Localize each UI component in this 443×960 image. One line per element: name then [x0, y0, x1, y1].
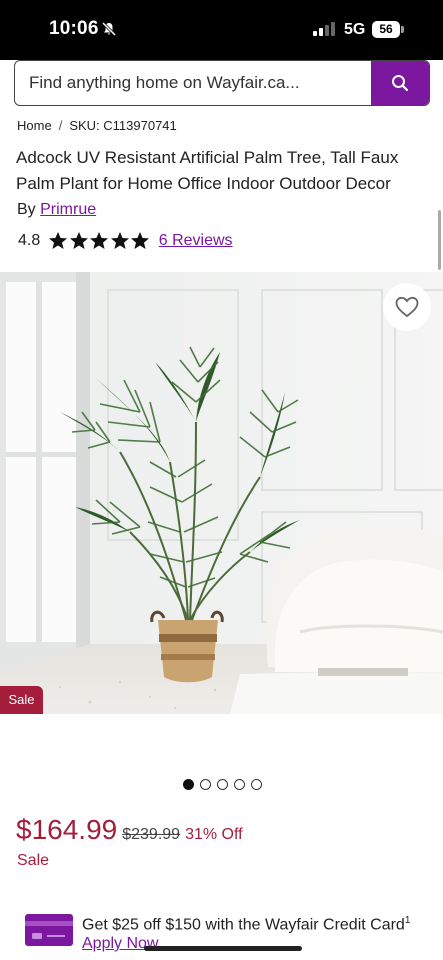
- rating-row: 4.8 6 Reviews: [18, 229, 233, 253]
- breadcrumb: Home / SKU: C113970741: [17, 118, 177, 133]
- scrollbar[interactable]: [438, 210, 441, 270]
- star-rating: [48, 231, 151, 251]
- heart-icon: [395, 296, 419, 318]
- search-button[interactable]: [371, 61, 429, 105]
- product-photo: [0, 272, 443, 714]
- star-icon: [90, 232, 109, 249]
- star-icon: [110, 232, 129, 249]
- original-price: $239.99: [122, 826, 181, 843]
- discount-label: 31% Off: [185, 826, 243, 843]
- breadcrumb-home[interactable]: Home: [17, 118, 52, 133]
- credit-card-promo: Get $25 off $150 with the Wayfair Credit…: [82, 910, 437, 936]
- breadcrumb-separator: /: [58, 118, 63, 133]
- breadcrumb-sku: SKU: C113970741: [69, 118, 177, 133]
- search-icon: [392, 75, 409, 92]
- carousel-dot[interactable]: [251, 779, 262, 790]
- current-price: $164.99: [16, 814, 118, 845]
- signal-icon: [313, 22, 335, 36]
- favorite-button[interactable]: [383, 283, 431, 331]
- network-label: 5G: [344, 21, 366, 38]
- battery-tip: [401, 26, 404, 33]
- sale-label: Sale: [17, 852, 50, 869]
- rating-value: 4.8: [18, 232, 41, 249]
- bell-muted-icon: [101, 21, 117, 37]
- promo-footnote: 1: [404, 915, 411, 926]
- image-carousel-dots: [183, 779, 268, 790]
- product-image[interactable]: [0, 272, 443, 714]
- status-time: 10:06: [49, 18, 99, 39]
- carousel-dot[interactable]: [200, 779, 211, 790]
- carousel-dot[interactable]: [183, 779, 194, 790]
- battery-icon: 56: [372, 21, 400, 38]
- credit-card-icon: [25, 914, 73, 946]
- search-input[interactable]: [29, 61, 369, 104]
- price-row: $164.99 $239.99 31% Off: [16, 814, 243, 846]
- carousel-dot[interactable]: [234, 779, 245, 790]
- reviews-link[interactable]: 6 Reviews: [159, 232, 233, 250]
- search-bar: [14, 60, 430, 106]
- status-bar: 10:06 5G 56: [0, 0, 443, 60]
- brand-line: By Primrue: [17, 201, 96, 219]
- by-label: By: [17, 201, 36, 218]
- sale-badge: Sale: [0, 686, 43, 714]
- promo-text: Get $25 off $150 with the Wayfair Credit…: [82, 916, 405, 934]
- brand-link[interactable]: Primrue: [40, 201, 96, 218]
- star-icon: [69, 232, 88, 249]
- product-title: Adcock UV Resistant Artificial Palm Tree…: [16, 148, 399, 193]
- home-indicator[interactable]: [144, 946, 302, 951]
- star-icon: [49, 232, 68, 249]
- star-icon: [131, 232, 150, 249]
- carousel-dot[interactable]: [217, 779, 228, 790]
